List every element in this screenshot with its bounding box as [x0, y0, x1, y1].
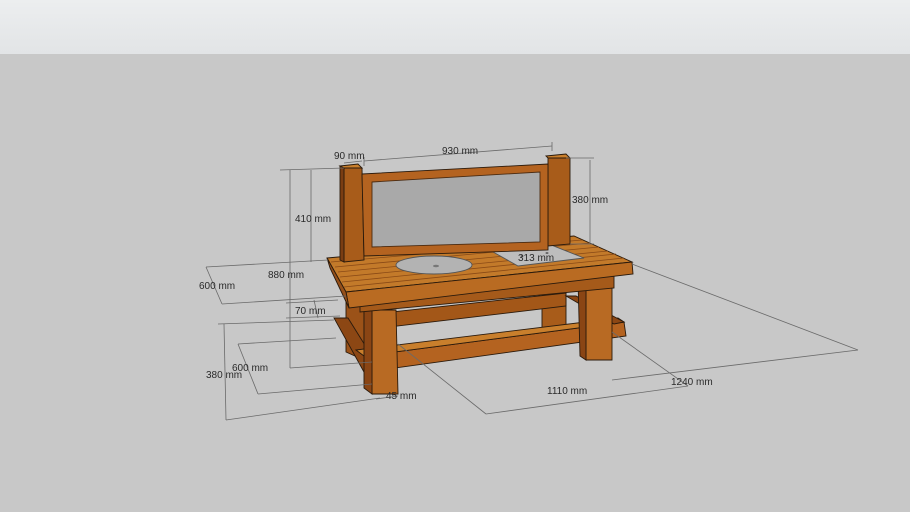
- dim-label-post-height: 410 mm: [295, 214, 331, 225]
- front-left-leg-side: [363, 305, 373, 395]
- front-right-leg: [585, 281, 613, 361]
- front-right-leg-side: [577, 279, 587, 361]
- dim-label-total-height: 880 mm: [268, 270, 304, 281]
- dim-label-inner-length: 1110 mm: [547, 386, 587, 397]
- dim-label-depth-top: 600 mm: [199, 281, 235, 292]
- model-viewport[interactable]: 90 mm 930 mm 410 mm 380 mm 600 mm 880 mm…: [0, 0, 910, 512]
- right-post-top: [545, 153, 572, 159]
- front-left-leg: [371, 309, 399, 395]
- dim-label-apron: 70 mm: [295, 306, 326, 317]
- workbench-model: [326, 153, 634, 395]
- workbench-3d-scene[interactable]: 90 mm 930 mm 410 mm 380 mm 600 mm 880 mm…: [0, 0, 910, 512]
- right-post: [547, 157, 571, 247]
- left-post-side: [339, 165, 345, 263]
- sink-drain: [433, 264, 439, 268]
- left-post: [343, 167, 365, 263]
- dim-label-leg-height: 380 mm: [206, 370, 242, 381]
- sink-bowl: [395, 255, 473, 275]
- dim-label-post-width: 90 mm: [334, 151, 365, 162]
- dim-label-backsplash-height: 380 mm: [572, 195, 608, 206]
- dim-label-leg-thickness: 45 mm: [386, 391, 417, 402]
- dim-label-total-length: 1240 mm: [671, 377, 713, 388]
- dim-label-plate-size: 313 mm: [518, 253, 554, 264]
- backsplash-glass: [371, 171, 541, 248]
- dim-label-backsplash-width: 930 mm: [442, 146, 478, 157]
